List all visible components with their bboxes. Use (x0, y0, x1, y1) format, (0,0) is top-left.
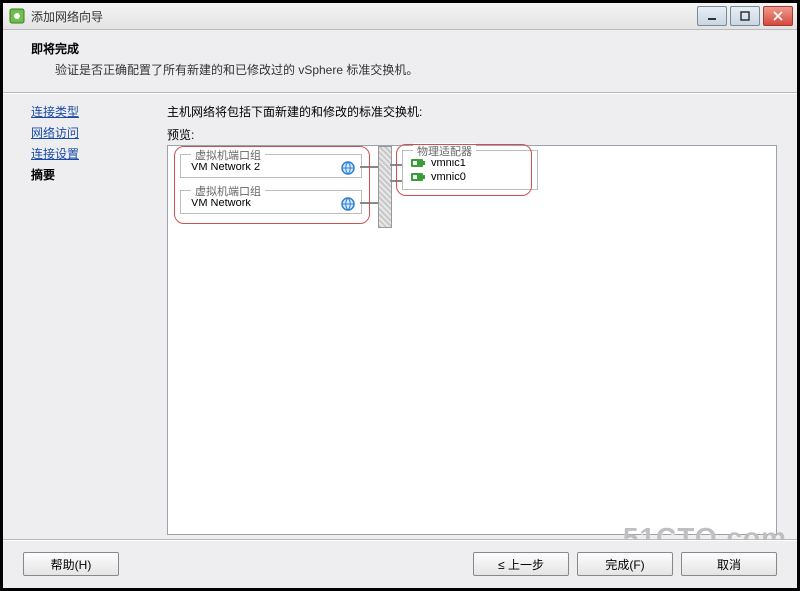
close-button[interactable] (763, 6, 793, 26)
wizard-header: 即将完成 验证是否正确配置了所有新建的和已修改过的 vSphere 标准交换机。 (3, 30, 797, 92)
vswitch-bar (378, 146, 392, 228)
sidebar-item-network-access[interactable]: 网络访问 (31, 124, 157, 141)
window-buttons (697, 6, 793, 26)
wizard-footer: 帮助(H) ≤ 上一步 完成(F) 取消 (3, 539, 797, 588)
sidebar-item-connection-type[interactable]: 连接类型 (31, 103, 157, 120)
finish-button[interactable]: 完成(F) (577, 552, 673, 576)
network-globe-icon (341, 161, 355, 175)
titlebar: 添加网络向导 (3, 3, 797, 30)
maximize-button[interactable] (730, 6, 760, 26)
help-button[interactable]: 帮助(H) (23, 552, 119, 576)
window-title: 添加网络向导 (31, 8, 697, 25)
summary-description: 主机网络将包括下面新建的和修改的标准交换机: (167, 103, 777, 120)
wizard-window: 添加网络向导 即将完成 验证是否正确配置了所有新建的和已修改过的 vSphere… (0, 0, 800, 591)
preview-label: 预览: (167, 126, 777, 143)
physical-adapter-row: vmnic0 (411, 171, 531, 183)
app-icon (9, 8, 25, 24)
physical-adapter-caption: 物理适配器 (413, 143, 476, 159)
sidebar-item-summary: 摘要 (31, 166, 157, 183)
network-globe-icon (341, 197, 355, 211)
back-button[interactable]: ≤ 上一步 (473, 552, 569, 576)
wizard-main: 主机网络将包括下面新建的和修改的标准交换机: 预览: 虚拟机端口组 VM Net… (163, 93, 797, 531)
wizard-step-subtitle: 验证是否正确配置了所有新建的和已修改过的 vSphere 标准交换机。 (55, 61, 773, 78)
physical-adapter-name: vmnic0 (431, 171, 466, 183)
connector-line (390, 164, 402, 166)
minimize-button[interactable] (697, 6, 727, 26)
port-group-box: 虚拟机端口组 VM Network (180, 190, 362, 214)
port-group-caption: 虚拟机端口组 (191, 147, 265, 163)
port-group-box: 虚拟机端口组 VM Network 2 (180, 154, 362, 178)
physical-adapter-box: 物理适配器 vmnic1 vmnic0 (402, 150, 538, 190)
connector-line (360, 202, 378, 204)
connector-line (360, 166, 378, 168)
wizard-step-title: 即将完成 (31, 40, 773, 57)
connector-line (390, 180, 402, 182)
nic-icon (411, 171, 425, 183)
wizard-steps-sidebar: 连接类型 网络访问 连接设置 摘要 (3, 93, 163, 531)
cancel-button[interactable]: 取消 (681, 552, 777, 576)
port-group-caption: 虚拟机端口组 (191, 183, 265, 199)
wizard-body: 连接类型 网络访问 连接设置 摘要 主机网络将包括下面新建的和修改的标准交换机:… (3, 93, 797, 531)
sidebar-item-connection-settings[interactable]: 连接设置 (31, 145, 157, 162)
network-preview: 虚拟机端口组 VM Network 2 虚拟机端口组 VM Network (167, 145, 777, 535)
